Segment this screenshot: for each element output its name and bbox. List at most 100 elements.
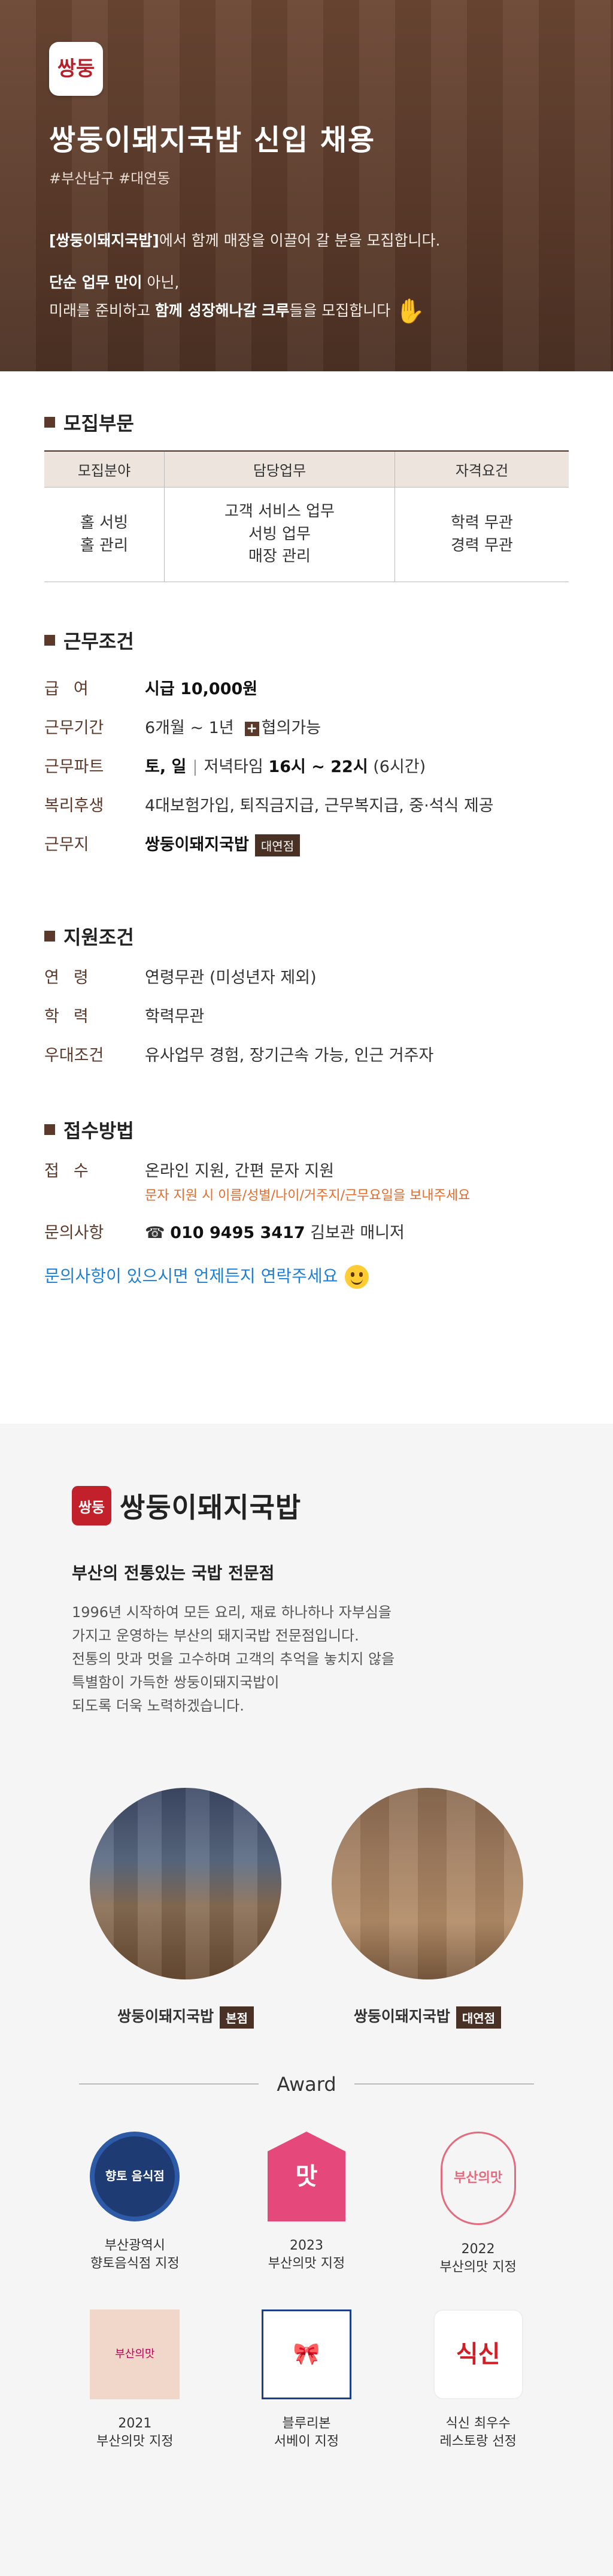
busan-taste-2021-badge-icon: 부산의맛 xyxy=(90,2309,180,2400)
award-item: 부산의맛 2022 부산의맛 지정 xyxy=(392,2131,564,2276)
part-time-hours: (6시간) xyxy=(368,758,426,777)
award-line2: 부산의맛 지정 xyxy=(268,2256,345,2271)
award-line1: 2023 xyxy=(289,2238,323,2253)
contact-cta-text: 문의사항이 있으시면 언제든지 연락주세요 xyxy=(44,1266,338,1287)
contact-cta: 문의사항이 있으시면 언제든지 연락주세요 xyxy=(44,1263,569,1289)
award-line2: 레스토랑 선정 xyxy=(439,2434,517,2449)
about-line: 1996년 시작하여 모든 요리, 재료 하나하나 자부심을 xyxy=(72,1604,392,1621)
award-item: 🎀 블루리본 서베이 지정 xyxy=(221,2309,393,2450)
cell-qual: 학력 무관 경력 무관 xyxy=(394,487,569,583)
hero-text-4: 들을 모집합니다 xyxy=(289,302,391,319)
siksin-badge-icon: 식신 xyxy=(433,2309,523,2400)
hero-brand-bracket: [쌍둥이돼지국밥] xyxy=(49,232,159,249)
about-line: 되도록 더욱 노력하겠습니다. xyxy=(72,1697,244,1714)
store-badge: 본점 xyxy=(220,2006,254,2029)
award-item: 식신 식신 최우수 레스토랑 선정 xyxy=(392,2309,564,2450)
award-item: 맛 2023 부산의맛 지정 xyxy=(221,2131,393,2276)
hero-text-3: 미래를 준비하고 xyxy=(49,302,155,319)
about-section: 쌍둥 쌍둥이돼지국밥 부산의 전통있는 국밥 전문점 1996년 시작하여 모든… xyxy=(0,1424,613,2576)
pay-row: 급여 시급 10,000원 xyxy=(44,676,569,699)
store-name: 쌍둥이돼지국밥 xyxy=(117,2008,214,2026)
award-line1: 부산광역시 xyxy=(104,2238,165,2253)
contact-number[interactable]: 010 9495 3417 xyxy=(170,1224,305,1242)
table-row: 홀 서빙 홀 관리 고객 서비스 업무 서빙 업무 매장 관리 학력 무관 경력… xyxy=(44,487,569,583)
contact-row: 문의사항 ☎ 010 9495 3417 김보관 매니저 xyxy=(44,1219,569,1243)
part-divider: | xyxy=(192,758,198,777)
work-section: 근무조건 급여 시급 10,000원 근무기간 6개월 ~ 1년 + 협의가능 근무파트… xyxy=(0,626,613,857)
phone-icon: ☎ xyxy=(145,1224,165,1243)
part-label: 근무파트 xyxy=(44,758,104,777)
award-line1: 식신 최우수 xyxy=(445,2416,511,2432)
store-name: 쌍둥이돼지국밥 xyxy=(353,2008,450,2026)
apply-section: 지원조건 연령 연령무관 (미성년자 제외) 학력 학력무관 우대조건 유사업무 경험… xyxy=(0,922,613,1065)
place-badge: 대연점 xyxy=(254,834,301,857)
busan-taste-2023-badge-icon: 맛 xyxy=(267,2131,345,2221)
hero-hashtags: #부산남구 #대연동 xyxy=(49,170,171,187)
about-line: 특별함이 가득한 쌍둥이돼지국밥이 xyxy=(72,1673,280,1691)
award-header: Award xyxy=(0,2073,613,2096)
award-line2: 서베이 지정 xyxy=(274,2434,339,2449)
part-time-label: 저녁타임 xyxy=(204,758,269,777)
store-photo-daeyeon xyxy=(332,1788,523,1980)
award-line2: 부산의맛 지정 xyxy=(96,2434,174,2449)
method-note: 문자 지원 시 이름/성별/나이/거주지/근무요일을 보내주세요 xyxy=(145,1188,471,1204)
hero-emph-1: 단순 업무 만이 xyxy=(49,273,142,291)
award-grid: 향토 음식점 부산광역시 향토음식점 지정 맛 2023 부산의맛 지정 부산의… xyxy=(49,2131,564,2451)
brand-logo: 쌍둥 xyxy=(49,42,103,96)
work-heading: 근무조건 xyxy=(44,626,569,654)
period-value: 6개월 ~ 1년 xyxy=(145,719,234,738)
age-label: 연령 xyxy=(44,968,103,988)
smiling-face-icon xyxy=(345,1265,369,1289)
store-photos: 쌍둥이돼지국밥 본점 쌍둥이돼지국밥 대연점 xyxy=(0,1788,613,2029)
heading-square-icon xyxy=(44,417,55,428)
benefit-label: 복리후생 xyxy=(44,797,104,816)
award-line2: 부산의맛 지정 xyxy=(439,2259,517,2275)
busan-taste-2022-badge-icon: 부산의맛 xyxy=(440,2131,516,2225)
award-line1: 2022 xyxy=(461,2241,495,2257)
heading-square-icon xyxy=(44,635,55,646)
edu-value: 학력무관 xyxy=(145,1007,205,1027)
hero-text-2: 아닌, xyxy=(142,273,180,291)
award-line2: 향토음식점 지정 xyxy=(90,2256,180,2271)
award-line1: 2021 xyxy=(118,2416,152,2432)
pay-value: 시급 10,000원 xyxy=(145,680,258,699)
plus-icon: + xyxy=(244,721,259,736)
recruit-section: 모집부문 모집분야 담당업무 자격요건 홀 서빙 홀 관리 고객 서비스 업무 … xyxy=(0,408,613,583)
work-heading-text: 근무조건 xyxy=(63,630,134,653)
cell-duty: 고객 서비스 업무 서빙 업무 매장 관리 xyxy=(164,487,395,583)
page-title: 쌍둥이돼지국밥 신입 채용 xyxy=(49,123,376,157)
store-daeyeon: 쌍둥이돼지국밥 대연점 xyxy=(332,1788,523,2029)
period-label: 근무기간 xyxy=(44,719,104,738)
store-main: 쌍둥이돼지국밥 본점 xyxy=(90,1788,281,2029)
hero-intro-line: [쌍둥이돼지국밥]에서 함께 매장을 이끌어 갈 분을 모집합니다. xyxy=(49,229,577,252)
receive-heading: 접수방법 xyxy=(44,1116,569,1143)
cell-field: 홀 서빙 홀 관리 xyxy=(44,487,165,583)
store-badge: 대연점 xyxy=(456,2006,502,2029)
apply-heading: 지원조건 xyxy=(44,922,569,950)
place-row: 근무지 쌍둥이돼지국밥 대연점 xyxy=(44,831,569,857)
brand-logo-mark: 쌍둥 xyxy=(57,57,95,81)
method-label: 접수 xyxy=(44,1162,103,1181)
award-title: Award xyxy=(277,2072,336,2096)
brand-name: 쌍둥이돼지국밥 xyxy=(120,1491,302,1524)
receive-section: 접수방법 접수 온라인 지원, 간편 문자 지원문자 지원 시 이름/성별/나이… xyxy=(0,1116,613,1313)
receive-heading-text: 접수방법 xyxy=(63,1119,134,1143)
recruit-table: 모집분야 담당업무 자격요건 홀 서빙 홀 관리 고객 서비스 업무 서빙 업무… xyxy=(44,450,569,583)
period-row: 근무기간 6개월 ~ 1년 + 협의가능 xyxy=(44,715,569,738)
hero-emph-2: 함께 성장해나갈 크루 xyxy=(154,302,290,319)
col-header-duty: 담당업무 xyxy=(164,450,395,488)
method-value: 온라인 지원, 간편 문자 지원 xyxy=(145,1162,335,1181)
apply-heading-text: 지원조건 xyxy=(63,926,134,949)
about-heading: 부산의 전통있는 국밥 전문점 xyxy=(72,1563,275,1584)
heading-square-icon xyxy=(44,931,55,942)
contact-name: 김보관 매니저 xyxy=(305,1224,405,1243)
recruit-heading: 모집부문 xyxy=(44,408,569,436)
brand-logo-icon: 쌍둥 xyxy=(72,1486,111,1526)
about-description: 1996년 시작하여 모든 요리, 재료 하나하나 자부심을 가지고 운영하는 … xyxy=(72,1601,613,1717)
benefit-value: 4대보험가입, 퇴직금지급, 근무복지급, 중·석식 제공 xyxy=(145,797,494,816)
native-restaurant-badge-icon: 향토 음식점 xyxy=(90,2131,180,2221)
hero-intro-text: 에서 함께 매장을 이끌어 갈 분을 모집합니다. xyxy=(159,232,441,249)
about-line: 가지고 운영하는 부산의 돼지국밥 전문점입니다. xyxy=(72,1627,359,1644)
period-extra: 협의가능 xyxy=(261,719,321,738)
waving-hand-icon: ✋ xyxy=(395,298,426,325)
